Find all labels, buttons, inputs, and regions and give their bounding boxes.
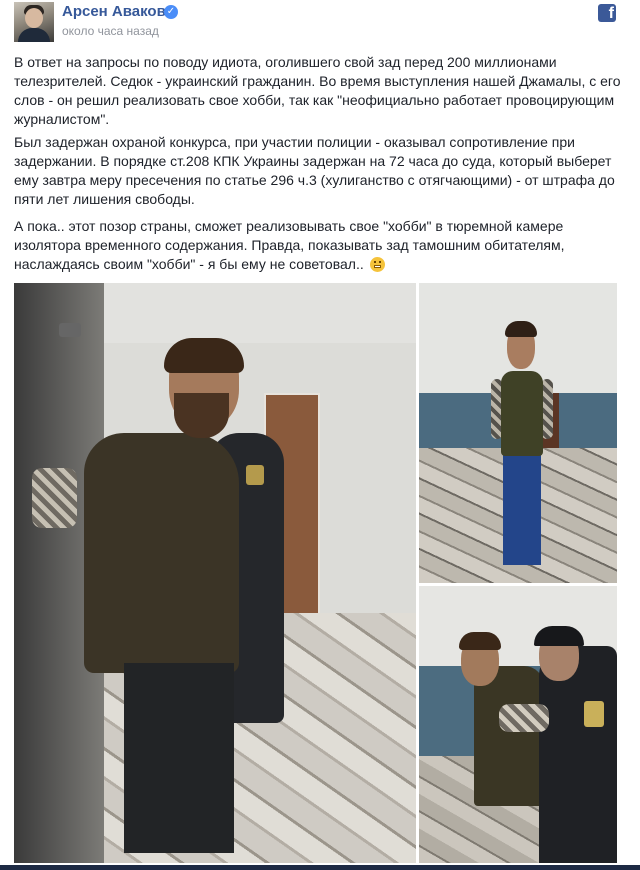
photo-sequin-sleeve [499, 704, 549, 732]
photo-man-hair [505, 321, 537, 337]
post-paragraph-3-text: А пока.. этот позор страны, сможет реали… [14, 218, 565, 272]
post-paragraph-2: Был задержан охраной конкурса, при участ… [14, 134, 615, 207]
photo-detained-man [501, 371, 543, 456]
post-paragraph-3: А пока.. этот позор страны, сможет реали… [14, 217, 626, 274]
avatar-face [25, 8, 43, 28]
photo-man-legs [503, 455, 541, 565]
photo-police-badge [246, 465, 264, 485]
photo-man-hair [459, 632, 501, 650]
photo-sequin-sleeve [32, 468, 77, 528]
photo-top-right[interactable] [419, 283, 617, 583]
photo-man-beard [174, 393, 229, 438]
author-avatar[interactable] [14, 2, 54, 42]
post-timestamp[interactable]: около часа назад [62, 24, 159, 38]
author-name[interactable]: Арсен Аваков [62, 3, 166, 20]
bottom-edge-bar [0, 865, 640, 870]
photo-main[interactable] [14, 283, 416, 863]
avatar-torso [18, 28, 50, 42]
photo-man-legs [124, 663, 234, 853]
post-header: Арсен Аваков ✓ около часа назад f [0, 0, 640, 44]
photo-police-badge [584, 701, 604, 727]
photo-bottom-right[interactable] [419, 586, 617, 863]
photo-detained-man [474, 666, 544, 806]
facebook-icon[interactable]: f [598, 4, 616, 22]
photo-lamp [59, 323, 81, 337]
verified-badge-icon: ✓ [164, 5, 178, 19]
grimacing-emoji-icon [369, 257, 385, 272]
post-paragraph-1: В ответ на запросы по поводу идиота, ого… [14, 54, 621, 127]
photo-police-cap [534, 626, 584, 646]
photo-detained-man [84, 433, 239, 673]
photo-man-hair [164, 338, 244, 373]
